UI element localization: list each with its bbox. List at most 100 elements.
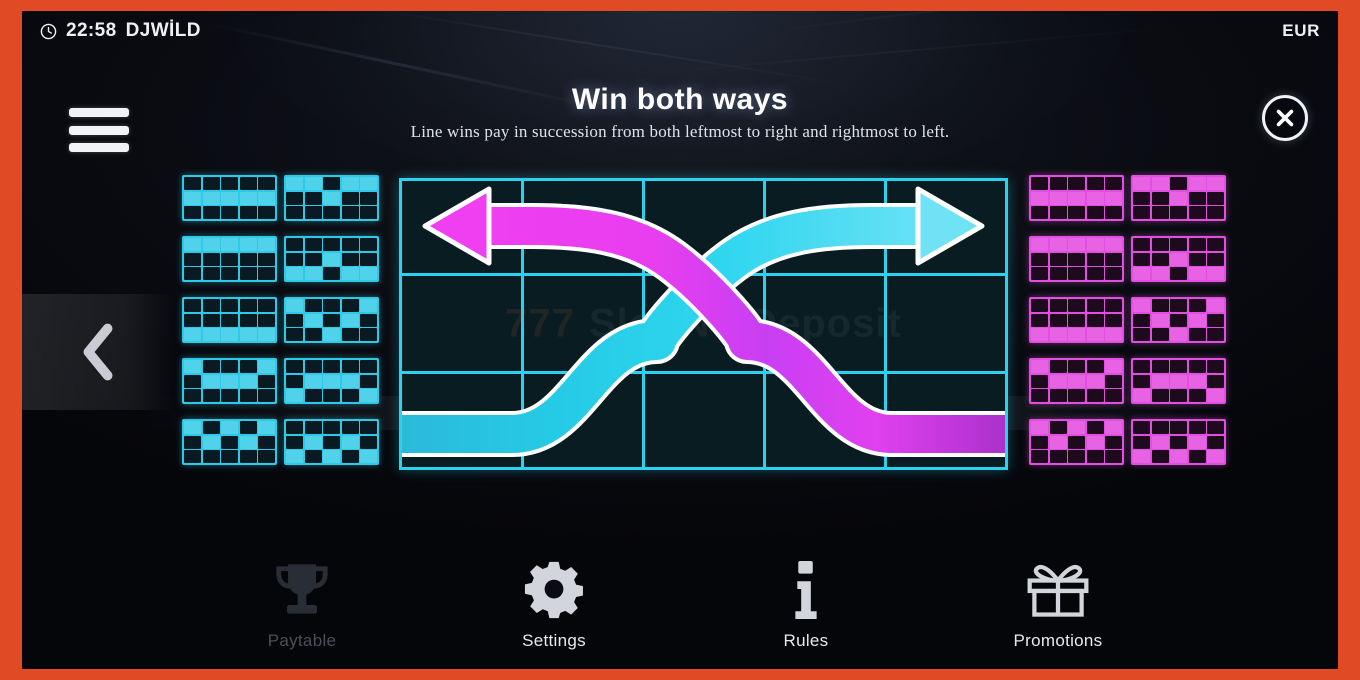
payline-cell [1207, 238, 1224, 251]
payline-cell [258, 299, 275, 312]
payline-cell [1207, 374, 1224, 388]
payline-cell [1068, 177, 1085, 190]
payline-cell [239, 191, 257, 205]
game-frame: 22:58 DJWİLD EUR Win both ways Line wins… [22, 11, 1338, 669]
payline-cell [258, 238, 275, 251]
payline-cell [341, 360, 359, 373]
payline-thumbnail [284, 419, 379, 465]
payline-cell [1086, 328, 1104, 341]
payline-thumbnail [1131, 419, 1226, 465]
payline-cell [1105, 238, 1122, 251]
payline-cell [202, 313, 220, 327]
payline-cell [239, 267, 257, 280]
payline-cell [1151, 206, 1169, 219]
payline-cell [1068, 360, 1085, 373]
payline-cell [304, 252, 322, 266]
payline-cell [1049, 421, 1067, 434]
payline-cell [1133, 360, 1150, 373]
payline-cell [341, 328, 359, 341]
payline-thumbnail [284, 236, 379, 282]
payline-cell [1049, 238, 1067, 251]
payline-cell [202, 267, 220, 280]
payline-cell [360, 374, 377, 388]
payline-cell [1105, 328, 1122, 341]
payline-cell [258, 435, 275, 449]
payline-cell [1049, 267, 1067, 280]
payline-cell [1086, 206, 1104, 219]
payline-cell [286, 374, 303, 388]
payline-cell [1151, 191, 1169, 205]
payline-cell [202, 238, 220, 251]
payline-cell [202, 421, 220, 434]
payline-cell [323, 313, 340, 327]
payline-cell [323, 328, 340, 341]
payline-cell [1105, 299, 1122, 312]
payline-cell [1031, 252, 1048, 266]
payline-cell [239, 299, 257, 312]
payline-cell [202, 328, 220, 341]
payline-cell [1188, 328, 1206, 341]
nav-item-paytable[interactable]: Paytable [247, 559, 357, 651]
payline-thumbnail [1029, 175, 1124, 221]
payline-thumbnail [284, 175, 379, 221]
payline-cell [184, 328, 201, 341]
nav-item-promotions[interactable]: Promotions [1003, 559, 1113, 651]
gift-icon [1024, 559, 1092, 621]
nav-item-settings[interactable]: Settings [499, 559, 609, 651]
payline-cell [1068, 435, 1085, 449]
clock-icon [40, 23, 57, 39]
payline-cell [202, 191, 220, 205]
payline-cell [360, 313, 377, 327]
nav-item-rules[interactable]: Rules [751, 559, 861, 651]
payline-cell [1086, 450, 1104, 463]
payline-cell [1031, 435, 1048, 449]
page-title: Win both ways [571, 83, 789, 116]
payline-cell [360, 267, 377, 280]
payline-cell [1105, 450, 1122, 463]
payline-cell [360, 177, 377, 190]
hamburger-menu-icon[interactable] [69, 104, 129, 156]
payline-cell [202, 389, 220, 402]
payline-cell [304, 206, 322, 219]
payline-cell [258, 177, 275, 190]
payline-cell [1105, 206, 1122, 219]
payline-cell [258, 389, 275, 402]
payline-cell [1031, 177, 1048, 190]
payline-cell [1170, 238, 1187, 251]
payline-cell [221, 267, 238, 280]
payline-cell [221, 389, 238, 402]
payline-cell [286, 328, 303, 341]
payline-cell [360, 435, 377, 449]
payline-cell [323, 374, 340, 388]
payline-cell [239, 252, 257, 266]
payline-cell [184, 374, 201, 388]
payline-cell [341, 435, 359, 449]
payline-cell [1105, 191, 1122, 205]
payline-cell [323, 177, 340, 190]
payline-cell [239, 238, 257, 251]
payline-cell [1086, 299, 1104, 312]
payline-cell [304, 177, 322, 190]
payline-cell [184, 421, 201, 434]
currency-label: EUR [1282, 21, 1320, 40]
payline-cell [323, 252, 340, 266]
payline-cell [258, 374, 275, 388]
close-button[interactable] [1262, 95, 1308, 141]
payline-cell [258, 252, 275, 266]
payline-cell [1188, 252, 1206, 266]
payline-cell [1188, 206, 1206, 219]
payline-cell [341, 191, 359, 205]
previous-page-button[interactable] [22, 294, 174, 410]
nav-item-label: Rules [783, 631, 829, 650]
payline-cell [1049, 252, 1067, 266]
payline-cell [1207, 299, 1224, 312]
payline-cell [1151, 360, 1169, 373]
payline-cell [1049, 191, 1067, 205]
payline-cell [1086, 252, 1104, 266]
payline-cell [1068, 450, 1085, 463]
hamburger-bar [69, 125, 129, 135]
payline-cell [341, 299, 359, 312]
payline-cell [239, 435, 257, 449]
payline-cell [341, 177, 359, 190]
payline-cell [1207, 313, 1224, 327]
